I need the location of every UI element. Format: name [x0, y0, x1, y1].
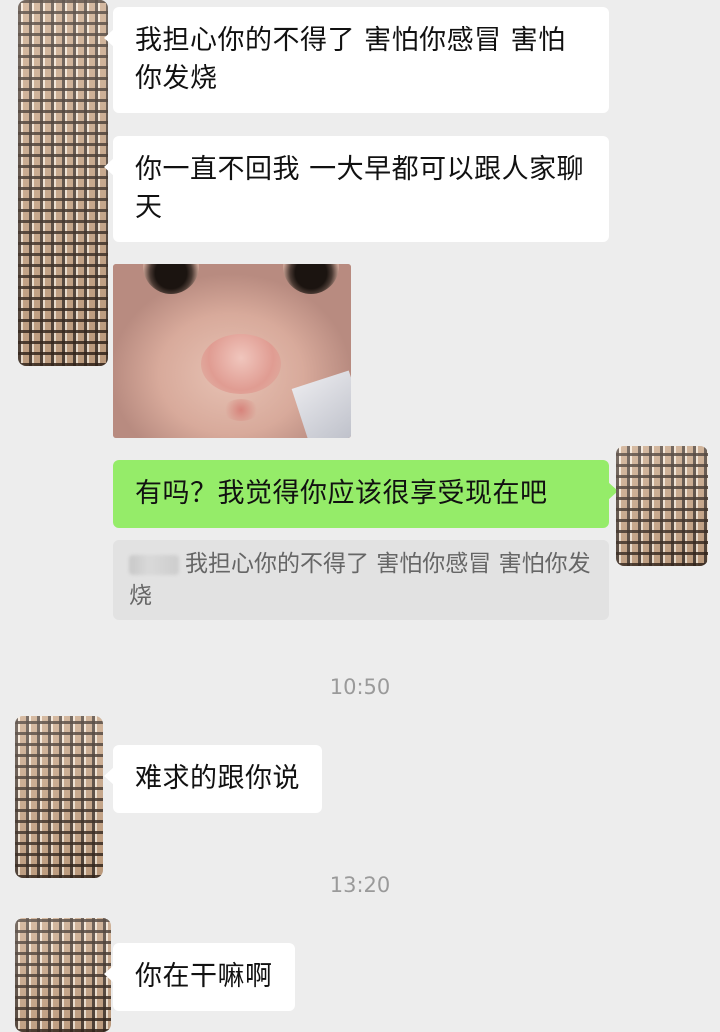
- message-text: 有吗？我觉得你应该很享受现在吧: [135, 478, 548, 509]
- message-bubble[interactable]: 你在干嘛啊: [104, 943, 295, 1011]
- my-avatar[interactable]: [616, 446, 708, 566]
- message-text: 难求的跟你说: [135, 763, 300, 794]
- blurred-sender-name: [129, 554, 179, 575]
- timestamp: 13:20: [329, 873, 391, 897]
- message-text: 你一直不回我 一大早都可以跟人家聊天: [135, 154, 585, 223]
- sticker-image[interactable]: [113, 264, 351, 438]
- message-bubble[interactable]: 我担心你的不得了 害怕你感冒 害怕你发烧: [104, 7, 609, 113]
- outgoing-message-bubble[interactable]: 有吗？我觉得你应该很享受现在吧: [113, 460, 618, 528]
- message-bubble[interactable]: 你一直不回我 一大早都可以跟人家聊天: [104, 136, 609, 242]
- contact-avatar[interactable]: [18, 0, 108, 366]
- quote-text: 我担心你的不得了 害怕你感冒 害怕你发烧: [129, 551, 591, 609]
- contact-avatar[interactable]: [15, 716, 103, 878]
- contact-avatar[interactable]: [15, 918, 111, 1032]
- message-text: 我担心你的不得了 害怕你感冒 害怕你发烧: [135, 25, 566, 94]
- message-text: 你在干嘛啊: [135, 961, 273, 992]
- quoted-message[interactable]: 我担心你的不得了 害怕你感冒 害怕你发烧: [113, 540, 609, 620]
- message-bubble[interactable]: 难求的跟你说: [104, 745, 322, 813]
- chat-view: 我担心你的不得了 害怕你感冒 害怕你发烧 你一直不回我 一大早都可以跟人家聊天 …: [0, 0, 720, 1032]
- timestamp: 10:50: [329, 675, 391, 699]
